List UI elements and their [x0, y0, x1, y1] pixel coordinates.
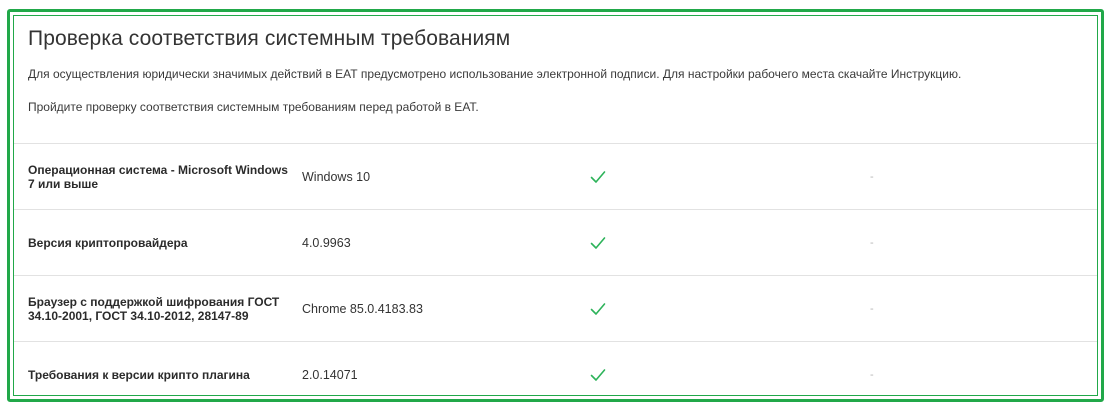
requirement-name: Операционная система - Microsoft Windows… [28, 162, 288, 191]
requirement-name: Требования к версии крипто плагина [28, 367, 250, 382]
table-row: Версия криптопровайдера 4.0.9963 - [14, 209, 1097, 275]
requirement-note: - [870, 170, 874, 183]
check-icon [590, 236, 606, 249]
table-row: Требования к версии крипто плагина 2.0.1… [14, 341, 1097, 395]
requirement-name: Браузер с поддержкой шифрования ГОСТ 34.… [28, 294, 280, 323]
table-row: Браузер с поддержкой шифрования ГОСТ 34.… [14, 275, 1097, 341]
check-icon [590, 302, 606, 315]
requirement-value: 4.0.9963 [302, 235, 351, 250]
requirements-panel-inner: Проверка соответствия системным требован… [13, 15, 1098, 396]
requirements-panel: Проверка соответствия системным требован… [7, 9, 1104, 402]
page-title: Проверка соответствия системным требован… [28, 27, 511, 50]
requirement-note: - [870, 368, 874, 381]
requirement-note: - [870, 302, 874, 315]
description-signature: Для осуществления юридически значимых де… [28, 67, 962, 81]
requirement-value: Windows 10 [302, 169, 371, 184]
description-check: Пройдите проверку соответствия системным… [28, 100, 479, 114]
table-row: Операционная система - Microsoft Windows… [14, 143, 1097, 209]
requirement-name: Версия криптопровайдера [28, 235, 188, 250]
requirement-value: Chrome 85.0.4183.83 [302, 301, 423, 316]
requirement-note: - [870, 236, 874, 249]
check-icon [590, 170, 606, 183]
requirements-table: Операционная система - Microsoft Windows… [14, 143, 1097, 395]
requirement-value: 2.0.14071 [302, 367, 358, 382]
check-icon [590, 368, 606, 381]
